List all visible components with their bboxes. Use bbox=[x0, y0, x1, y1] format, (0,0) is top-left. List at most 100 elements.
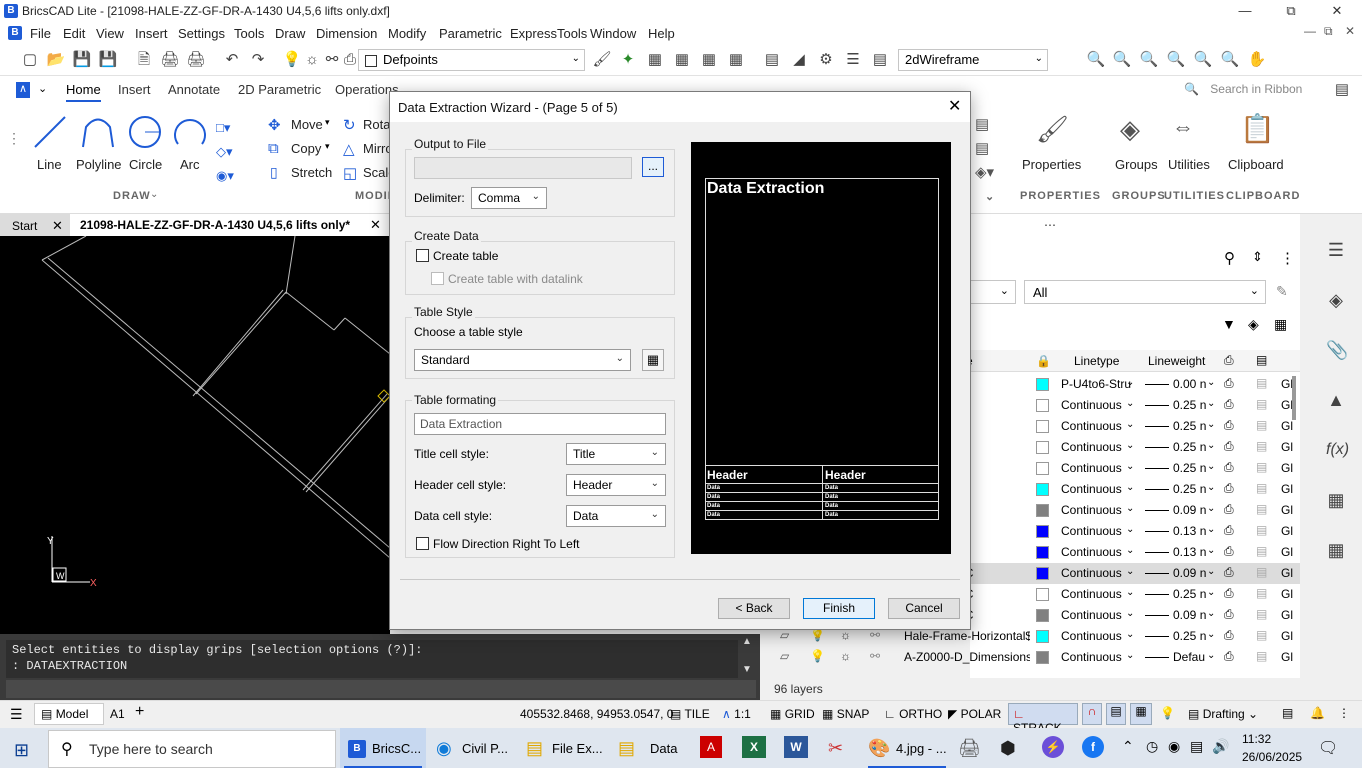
chevron-down-icon[interactable]: ⌄ bbox=[1126, 461, 1134, 472]
header-cell-dropdown[interactable]: Header ⌄ bbox=[566, 474, 666, 496]
circle-button[interactable]: Circle bbox=[129, 157, 162, 172]
ribbon-search[interactable]: 🔍 Search in Ribbon bbox=[1184, 82, 1304, 100]
print-icon[interactable]: ⎙ bbox=[1224, 418, 1234, 433]
pan-hand-icon[interactable]: ✋ bbox=[1247, 50, 1267, 70]
save-icon[interactable]: 💾 bbox=[72, 50, 92, 70]
viewport-icon[interactable]: ▤ bbox=[1256, 544, 1267, 558]
layers-panel-icon[interactable]: ◈ bbox=[1326, 290, 1346, 310]
close-icon[interactable]: ✕ bbox=[948, 96, 961, 116]
layer-color-swatch[interactable] bbox=[1036, 525, 1049, 538]
viewport-icon[interactable]: ▤ bbox=[1256, 649, 1267, 663]
layer-color-swatch[interactable] bbox=[1036, 420, 1049, 433]
taskbar-app-data-folder[interactable]: ▤ Data bbox=[612, 728, 692, 768]
sort-icon[interactable]: ⇕ bbox=[1252, 249, 1263, 265]
layer-lock-icon[interactable]: ⚯ bbox=[322, 50, 342, 70]
zoom-out-icon[interactable]: 🔍 bbox=[1193, 50, 1213, 70]
select-icon-3[interactable]: ▦ bbox=[726, 50, 746, 70]
close-icon[interactable]: ✕ bbox=[370, 217, 381, 233]
chevron-down-icon[interactable]: ⌄ bbox=[1126, 440, 1134, 451]
chevron-down-icon[interactable]: ⌄ bbox=[1207, 545, 1215, 556]
chevron-down-icon[interactable]: ▾ bbox=[325, 117, 330, 128]
menu-insert[interactable]: Insert bbox=[135, 26, 168, 41]
open-icon[interactable]: 📂 bbox=[46, 50, 66, 70]
chevron-down-icon[interactable]: ⌄ bbox=[1207, 524, 1215, 535]
status-ortho[interactable]: ∟ ORTHO bbox=[884, 707, 942, 721]
menu-icon[interactable]: ☰ bbox=[10, 706, 23, 723]
filter-icon[interactable]: ▼ bbox=[1222, 316, 1236, 332]
chevron-down-icon[interactable]: ⌄ bbox=[1126, 608, 1134, 619]
app-menu-icon[interactable]: B bbox=[8, 26, 22, 40]
bulb-icon[interactable]: 💡 bbox=[810, 628, 825, 642]
status-polar[interactable]: ◤ POLAR bbox=[948, 707, 1001, 721]
search-icon[interactable]: ⚲ bbox=[1224, 249, 1235, 267]
visual-style-dropdown[interactable]: 2dWireframe ⌄ bbox=[898, 49, 1048, 71]
tab-home[interactable]: Home bbox=[66, 82, 101, 102]
chevron-down-icon[interactable]: ⌄ bbox=[1207, 398, 1215, 409]
chevron-down-icon[interactable]: ▼ bbox=[742, 664, 752, 675]
select-similar-icon[interactable]: ▦ bbox=[645, 50, 665, 70]
menu-expresstools[interactable]: ExpressTools bbox=[510, 26, 587, 41]
layer-color-swatch[interactable] bbox=[1036, 504, 1049, 517]
zoom-previous-icon[interactable]: 🔍 bbox=[1139, 50, 1159, 70]
undo-icon[interactable]: ↶ bbox=[222, 50, 242, 70]
viewport-icon[interactable]: ▤ bbox=[1256, 418, 1267, 432]
viewport-icon[interactable]: ▤ bbox=[1256, 628, 1267, 642]
menu-view[interactable]: View bbox=[96, 26, 124, 41]
table-style-dropdown[interactable]: Standard ⌄ bbox=[414, 349, 631, 371]
layer-linetype[interactable]: Continuous bbox=[1061, 545, 1133, 559]
workspace-switcher[interactable]: ▤ Drafting ⌄ bbox=[1188, 707, 1258, 721]
line-button[interactable]: Line bbox=[37, 157, 62, 172]
viewport-icon[interactable]: ▤ bbox=[1256, 586, 1267, 600]
layer-lineweight[interactable]: 0.09 n bbox=[1173, 566, 1206, 580]
chevron-down-icon[interactable]: ⌄ bbox=[1126, 545, 1134, 556]
tab-model[interactable]: ▤ Model bbox=[34, 703, 104, 725]
more-icon[interactable]: ⋮ bbox=[1280, 249, 1295, 267]
ribbon-small-icons[interactable]: ▤ ▤ ◈▾ bbox=[975, 113, 994, 185]
polyline-button[interactable]: Polyline bbox=[76, 157, 122, 172]
image-icon[interactable]: ▤ bbox=[870, 50, 890, 70]
print-icon[interactable]: ⎙ bbox=[1224, 544, 1234, 559]
layer-linetype[interactable]: Continuous bbox=[1061, 608, 1133, 622]
create-table-checkbox[interactable] bbox=[416, 249, 429, 262]
menu-settings[interactable]: Settings bbox=[178, 26, 225, 41]
layer-color-swatch[interactable] bbox=[1036, 609, 1049, 622]
lock-icon[interactable]: ⚯ bbox=[870, 649, 880, 663]
print-icon[interactable]: ⎙ bbox=[1224, 565, 1234, 580]
facebook-icon[interactable]: f bbox=[1082, 736, 1104, 758]
arc-button[interactable]: Arc bbox=[180, 157, 200, 172]
tab-2d-parametric[interactable]: 2D Parametric bbox=[238, 82, 321, 97]
drawing-explorer-icon[interactable]: ▤ bbox=[762, 50, 782, 70]
close-icon[interactable]: ✕ bbox=[1314, 0, 1360, 22]
save-as-icon[interactable]: 💾 bbox=[98, 50, 118, 70]
chevron-down-icon[interactable]: ⌄ bbox=[1126, 503, 1134, 514]
layer-linetype[interactable]: Continuous bbox=[1061, 524, 1133, 538]
layer-state-dropdown[interactable]: ⌄ bbox=[970, 280, 1016, 304]
doc-minimize-icon[interactable]: — bbox=[1304, 24, 1316, 38]
chevron-down-icon[interactable]: ⌄ bbox=[1126, 398, 1134, 409]
layer-linetype[interactable]: Continuous bbox=[1061, 629, 1133, 643]
zoom-window-icon[interactable]: 🔍 bbox=[1112, 50, 1132, 70]
pick-icon[interactable]: ✦ bbox=[618, 50, 638, 70]
command-input[interactable] bbox=[6, 680, 756, 698]
layer-lineweight[interactable]: 0.00 n bbox=[1173, 377, 1206, 391]
layer-linetype[interactable]: Continuous bbox=[1061, 440, 1133, 454]
layer-lineweight[interactable]: 0.25 n bbox=[1173, 440, 1206, 454]
print-icon[interactable]: ⎙ bbox=[1224, 586, 1234, 601]
word-icon[interactable]: W bbox=[784, 736, 808, 758]
flow-direction-checkbox[interactable] bbox=[416, 537, 429, 550]
layer-color-swatch[interactable] bbox=[1036, 630, 1049, 643]
minimize-icon[interactable]: — bbox=[1222, 0, 1268, 22]
settings-icon[interactable]: ⚙ bbox=[816, 50, 836, 70]
chevron-down-icon[interactable]: ⌄ bbox=[1126, 587, 1134, 598]
sun-icon[interactable]: ☼ bbox=[840, 649, 851, 663]
viewport-icon[interactable]: ▤ bbox=[1256, 565, 1267, 579]
match-properties-icon[interactable]: 🖌 bbox=[592, 50, 612, 70]
print-icon[interactable]: ⎙ bbox=[1224, 439, 1234, 454]
viewport-icon[interactable]: ▤ bbox=[1256, 376, 1267, 390]
menu-file[interactable]: File bbox=[30, 26, 51, 41]
layer-color-swatch[interactable] bbox=[1036, 441, 1049, 454]
select-icon-2[interactable]: ▦ bbox=[699, 50, 719, 70]
taskbar-app-edge[interactable]: ◉ Civil P... bbox=[430, 728, 516, 768]
print-icon[interactable]: ⎙ bbox=[1224, 397, 1234, 412]
layer-filter-dropdown[interactable]: All ⌄ bbox=[1024, 280, 1266, 304]
